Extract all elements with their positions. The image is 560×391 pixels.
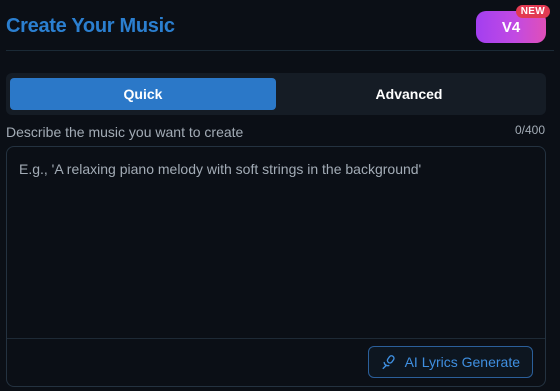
prompt-label: Describe the music you want to create: [6, 124, 244, 140]
new-badge: NEW: [515, 5, 550, 18]
panel-header: Create Your Music V4 NEW: [6, 0, 554, 51]
mode-tabs: Quick Advanced: [6, 73, 546, 115]
music-description-input[interactable]: [7, 147, 545, 338]
version-selector: V4 NEW: [476, 5, 550, 43]
prompt-editor: AI Lyrics Generate: [6, 146, 546, 387]
create-music-panel: Create Your Music V4 NEW Quick Advanced …: [0, 0, 560, 391]
char-counter: 0/400: [514, 123, 545, 137]
lyrics-button-label: AI Lyrics Generate: [404, 354, 520, 370]
editor-divider: [7, 338, 545, 339]
page-title: Create Your Music: [6, 15, 175, 37]
tab-quick[interactable]: Quick: [10, 78, 276, 110]
tab-advanced[interactable]: Advanced: [276, 78, 542, 110]
microphone-icon: [382, 355, 395, 370]
ai-lyrics-generate-button[interactable]: AI Lyrics Generate: [367, 346, 533, 378]
